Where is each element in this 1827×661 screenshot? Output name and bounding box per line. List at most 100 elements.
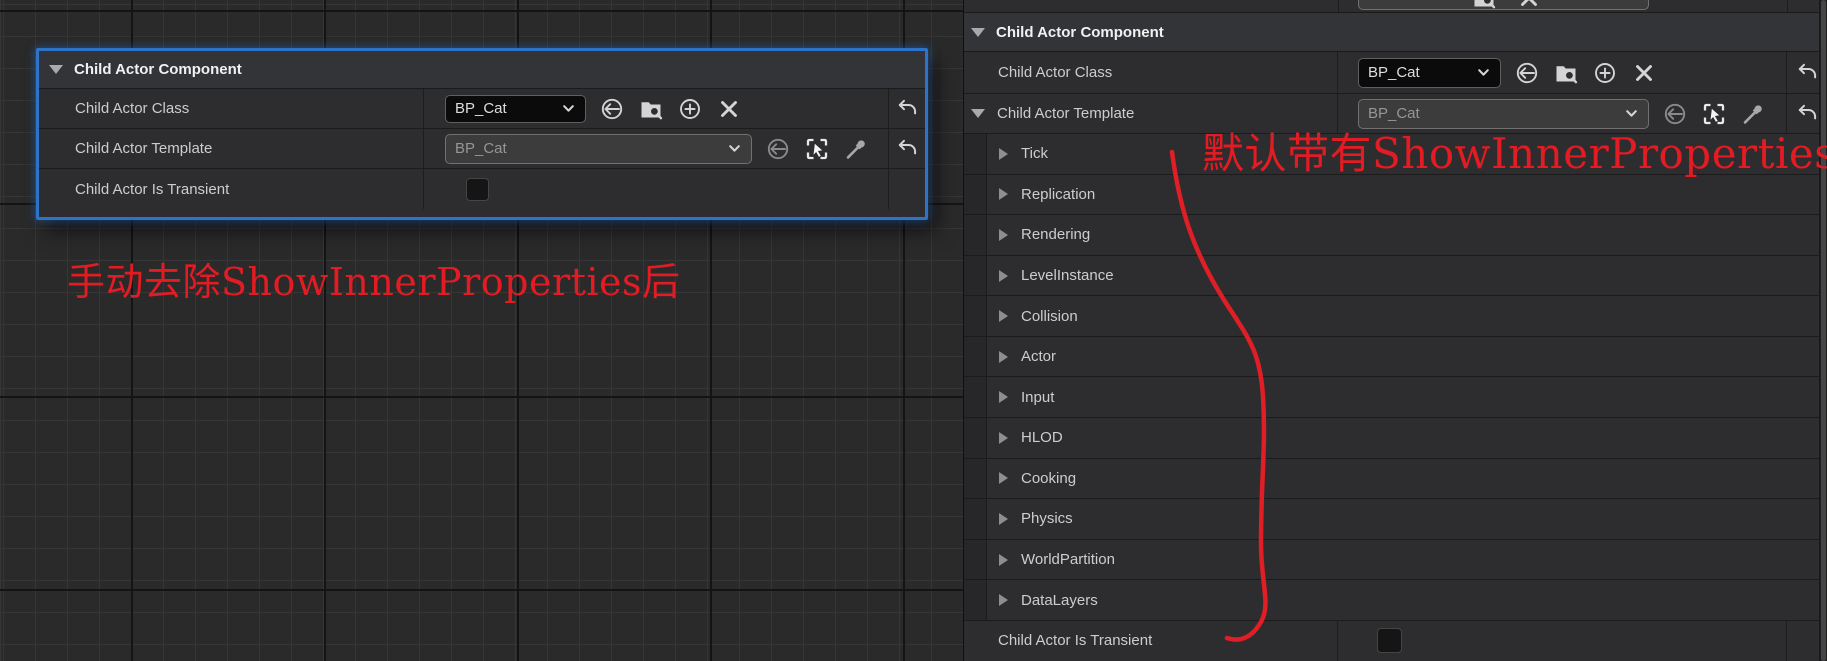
- triangle-right-icon: [999, 513, 1008, 525]
- reset-to-default-icon[interactable]: [1794, 101, 1820, 127]
- indent-gutter: [964, 256, 987, 296]
- subcategory-label: Cooking: [1021, 470, 1076, 487]
- indent-gutter: [964, 296, 987, 336]
- indent-gutter: [964, 418, 987, 458]
- child-actor-class-row: Child Actor Class BP_Cat: [964, 52, 1827, 94]
- subcategory-label: Collision: [1021, 308, 1078, 325]
- triangle-right-icon: [999, 229, 1008, 241]
- browse-to-asset-icon: [1471, 0, 1497, 11]
- chevron-down-icon: [561, 101, 576, 116]
- subcategory-label: DataLayers: [1021, 592, 1098, 609]
- clipped-dropdown: [1358, 0, 1649, 10]
- add-icon[interactable]: [1592, 60, 1618, 86]
- chevron-down-icon: [1476, 65, 1491, 80]
- subcategory-row-levelinstance[interactable]: LevelInstance: [964, 256, 1827, 297]
- triangle-right-icon: [999, 391, 1008, 403]
- subcategory-label: Rendering: [1021, 226, 1090, 243]
- scrollbar-thumb[interactable]: [1821, 0, 1826, 661]
- indent-gutter: [964, 580, 987, 620]
- clear-icon: [1516, 0, 1542, 11]
- triangle-right-icon: [999, 351, 1008, 363]
- indent-gutter: [964, 540, 987, 580]
- reset-to-default-icon[interactable]: [894, 96, 920, 122]
- child-actor-is-transient-row: Child Actor Is Transient: [964, 621, 1827, 661]
- chevron-down-icon: [1624, 106, 1639, 121]
- subcategory-row-replication[interactable]: Replication: [964, 175, 1827, 216]
- triangle-down-icon: [971, 28, 985, 37]
- left-details-panel: Child Actor Component Child Actor Class …: [36, 48, 928, 220]
- triangle-right-icon: [999, 148, 1008, 160]
- category-header-child-actor-component[interactable]: Child Actor Component: [39, 51, 925, 89]
- subcategory-row-worldpartition[interactable]: WorldPartition: [964, 540, 1827, 581]
- right-details-panel: Child Actor Component Child Actor Class …: [963, 0, 1827, 661]
- transient-checkbox[interactable]: [1377, 628, 1402, 653]
- clear-icon[interactable]: [1631, 60, 1657, 86]
- use-selected-asset-icon[interactable]: [765, 136, 791, 162]
- indent-gutter: [964, 377, 987, 417]
- subcategory-row-actor[interactable]: Actor: [964, 337, 1827, 378]
- indent-gutter: [964, 459, 987, 499]
- subcategory-row-rendering[interactable]: Rendering: [964, 215, 1827, 256]
- triangle-down-icon: [49, 65, 63, 74]
- triangle-right-icon: [999, 188, 1008, 200]
- browse-to-asset-icon[interactable]: [638, 96, 664, 122]
- template-subcategories: Tick Replication Rendering LevelInstance…: [964, 134, 1827, 621]
- subcategory-row-cooking[interactable]: Cooking: [964, 459, 1827, 500]
- triangle-right-icon: [999, 310, 1008, 322]
- subcategory-label: Physics: [1021, 510, 1073, 527]
- subcategory-row-hlod[interactable]: HLOD: [964, 418, 1827, 459]
- triangle-down-icon: [971, 109, 985, 118]
- reset-to-default-icon[interactable]: [1794, 60, 1820, 86]
- use-selected-asset-icon[interactable]: [1514, 60, 1540, 86]
- property-label: Child Actor Is Transient: [964, 621, 1338, 661]
- property-label: Child Actor Class: [964, 52, 1338, 93]
- annotation-right-note: 默认带有ShowInnerProperties: [1202, 133, 1827, 175]
- subcategory-label: Input: [1021, 389, 1054, 406]
- triangle-right-icon: [999, 270, 1008, 282]
- category-header-child-actor-component[interactable]: Child Actor Component: [964, 13, 1827, 52]
- child-actor-class-dropdown[interactable]: BP_Cat: [1358, 58, 1501, 88]
- add-icon[interactable]: [677, 96, 703, 122]
- subcategory-label: Tick: [1021, 145, 1048, 162]
- subcategory-label: Actor: [1021, 348, 1056, 365]
- pick-object-icon[interactable]: [804, 136, 830, 162]
- chevron-down-icon: [727, 141, 742, 156]
- child-actor-template-dropdown[interactable]: BP_Cat: [1358, 99, 1649, 129]
- property-label: Child Actor Is Transient: [39, 169, 424, 209]
- clipped-property-row: [964, 0, 1827, 13]
- reset-to-default-icon[interactable]: [894, 136, 920, 162]
- subcategory-row-collision[interactable]: Collision: [964, 296, 1827, 337]
- triangle-right-icon: [999, 594, 1008, 606]
- triangle-right-icon: [999, 554, 1008, 566]
- unreal-editor-view: Child Actor Component Child Actor Class …: [0, 0, 1827, 661]
- indent-gutter: [964, 215, 987, 255]
- browse-to-asset-icon[interactable]: [1553, 60, 1579, 86]
- transient-checkbox[interactable]: [466, 178, 489, 201]
- property-label: Child Actor Template: [39, 129, 424, 168]
- subcategory-label: HLOD: [1021, 429, 1063, 446]
- property-label: Child Actor Class: [39, 89, 424, 128]
- child-actor-class-row: Child Actor Class BP_Cat: [39, 89, 925, 129]
- eyedropper-icon[interactable]: [843, 136, 869, 162]
- subcategory-row-datalayers[interactable]: DataLayers: [964, 580, 1827, 621]
- subcategory-label: Replication: [1021, 186, 1095, 203]
- vertical-scrollbar[interactable]: [1819, 0, 1827, 661]
- clear-icon[interactable]: [716, 96, 742, 122]
- category-title: Child Actor Component: [996, 24, 1164, 41]
- pick-object-icon[interactable]: [1701, 101, 1727, 127]
- subcategory-row-input[interactable]: Input: [964, 377, 1827, 418]
- indent-gutter: [964, 134, 987, 174]
- triangle-right-icon: [999, 432, 1008, 444]
- annotation-left-note: 手动去除ShowInnerProperties后: [67, 263, 681, 301]
- property-label-group[interactable]: Child Actor Template: [964, 94, 1338, 133]
- child-actor-template-row: Child Actor Template BP_Cat: [39, 129, 925, 169]
- use-selected-asset-icon[interactable]: [1662, 101, 1688, 127]
- eyedropper-icon[interactable]: [1740, 101, 1766, 127]
- child-actor-template-row: Child Actor Template BP_Cat: [964, 94, 1827, 134]
- child-actor-class-dropdown[interactable]: BP_Cat: [445, 95, 586, 123]
- subcategory-row-physics[interactable]: Physics: [964, 499, 1827, 540]
- child-actor-is-transient-row: Child Actor Is Transient: [39, 169, 925, 209]
- subcategory-label: WorldPartition: [1021, 551, 1115, 568]
- child-actor-template-dropdown[interactable]: BP_Cat: [445, 134, 752, 164]
- use-selected-asset-icon[interactable]: [599, 96, 625, 122]
